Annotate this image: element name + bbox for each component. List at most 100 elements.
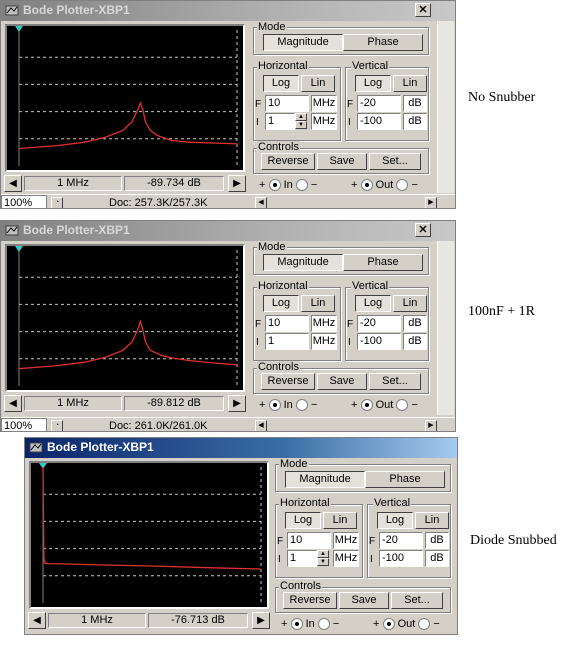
- in-plus-radio[interactable]: [268, 179, 281, 192]
- v-final-field[interactable]: -20: [357, 95, 401, 112]
- scroll-left-icon[interactable]: ◀: [255, 197, 267, 208]
- h-final-unit[interactable]: MHz: [311, 95, 337, 112]
- reverse-button[interactable]: Reverse: [261, 153, 315, 170]
- cursor-marker-icon[interactable]: [15, 26, 23, 32]
- h-initial-field[interactable]: 1: [265, 113, 295, 130]
- cursor-left-icon[interactable]: ◀: [4, 395, 22, 412]
- page-icon[interactable]: ◔: [51, 420, 63, 431]
- out-minus-radio[interactable]: [418, 618, 431, 631]
- h-final-field[interactable]: 10: [265, 95, 309, 112]
- zoom-level[interactable]: 100%: [1, 418, 47, 431]
- v-lin-button[interactable]: Lin: [393, 75, 427, 92]
- cursor-marker-icon[interactable]: [15, 246, 23, 252]
- h-lin-button[interactable]: Lin: [323, 512, 357, 529]
- h-log-button[interactable]: Log: [263, 75, 299, 92]
- scroll-right-icon[interactable]: ▶: [425, 197, 437, 208]
- v-initial-unit[interactable]: dB: [403, 333, 427, 350]
- h-final-unit[interactable]: MHz: [311, 315, 337, 332]
- scroll-left-icon[interactable]: ◀: [255, 420, 267, 431]
- cursor-right-icon[interactable]: ▶: [228, 175, 246, 192]
- v-lin-button[interactable]: Lin: [415, 512, 449, 529]
- cursor-left-icon[interactable]: ◀: [28, 612, 46, 629]
- out-plus-radio[interactable]: [360, 179, 373, 192]
- h-initial-unit[interactable]: MHz: [333, 550, 359, 567]
- v-final-unit[interactable]: dB: [403, 315, 427, 332]
- reverse-button[interactable]: Reverse: [283, 592, 337, 609]
- spin-down-icon[interactable]: ▼: [317, 558, 329, 566]
- in-plus-label: +: [259, 179, 266, 191]
- save-button[interactable]: Save: [317, 373, 367, 390]
- spin-down-icon[interactable]: ▼: [295, 121, 307, 129]
- in-minus-radio[interactable]: [295, 179, 308, 192]
- vertical-scrollbar[interactable]: [437, 241, 454, 415]
- out-minus-radio[interactable]: [396, 179, 409, 192]
- save-button[interactable]: Save: [339, 592, 389, 609]
- close-icon[interactable]: ✕: [415, 223, 431, 237]
- page-icon[interactable]: ◔: [51, 197, 63, 208]
- set-button[interactable]: Set...: [369, 153, 421, 170]
- set-button[interactable]: Set...: [369, 373, 421, 390]
- in-plus-radio[interactable]: [268, 399, 281, 412]
- magnitude-button[interactable]: Magnitude: [263, 34, 343, 51]
- horizontal-label: Horizontal: [257, 280, 309, 292]
- v-final-unit[interactable]: dB: [425, 532, 449, 549]
- out-minus-radio[interactable]: [396, 399, 409, 412]
- phase-button[interactable]: Phase: [365, 471, 445, 488]
- save-button[interactable]: Save: [317, 153, 367, 170]
- v-log-button[interactable]: Log: [355, 75, 391, 92]
- spin-up-icon[interactable]: ▲: [295, 113, 307, 121]
- in-plus-radio[interactable]: [290, 618, 303, 631]
- v-initial-unit[interactable]: dB: [425, 550, 449, 567]
- magnitude-button[interactable]: Magnitude: [285, 471, 365, 488]
- cursor-right-icon[interactable]: ▶: [228, 395, 246, 412]
- close-icon[interactable]: ✕: [415, 3, 431, 17]
- vertical-scrollbar[interactable]: [437, 21, 454, 193]
- v-lin-button[interactable]: Lin: [393, 295, 427, 312]
- phase-button[interactable]: Phase: [343, 254, 423, 271]
- cursor-right-icon[interactable]: ▶: [252, 612, 270, 629]
- zoom-level[interactable]: 100%: [1, 195, 47, 208]
- h-initial-unit[interactable]: MHz: [311, 333, 337, 350]
- out-plus-radio[interactable]: [382, 618, 395, 631]
- v-final-field[interactable]: -20: [379, 532, 423, 549]
- magnitude-button[interactable]: Magnitude: [263, 254, 343, 271]
- v-initial-field[interactable]: -100: [357, 113, 401, 130]
- v-log-button[interactable]: Log: [355, 295, 391, 312]
- h-final-field[interactable]: 10: [265, 315, 309, 332]
- v-initial-field[interactable]: -100: [357, 333, 401, 350]
- cursor-left-icon[interactable]: ◀: [4, 175, 22, 192]
- h-final-unit[interactable]: MHz: [333, 532, 359, 549]
- scroll-right-icon[interactable]: ▶: [425, 420, 437, 431]
- v-initial-field[interactable]: -100: [379, 550, 423, 567]
- cursor-readout: ◀ 1 MHz -89.734 dB ▶: [4, 175, 246, 192]
- title-bar[interactable]: Bode Plotter-XBP1: [25, 438, 457, 458]
- h-final-field[interactable]: 10: [287, 532, 331, 549]
- h-initial-spinner[interactable]: ▲ ▼: [317, 550, 329, 567]
- phase-button[interactable]: Phase: [343, 34, 423, 51]
- in-minus-radio[interactable]: [317, 618, 330, 631]
- title-bar[interactable]: Bode Plotter-XBP1 ✕: [1, 1, 455, 21]
- title-bar[interactable]: Bode Plotter-XBP1 ✕: [1, 221, 455, 241]
- in-minus-radio[interactable]: [295, 399, 308, 412]
- v-initial-unit[interactable]: dB: [403, 113, 427, 130]
- v-final-unit[interactable]: dB: [403, 95, 427, 112]
- spin-up-icon[interactable]: ▲: [317, 550, 329, 558]
- h-initial-spinner[interactable]: ▲ ▼: [295, 113, 307, 130]
- frequency-readout: 1 MHz: [24, 396, 122, 411]
- h-log-button[interactable]: Log: [285, 512, 321, 529]
- out-plus-radio[interactable]: [360, 399, 373, 412]
- h-initial-label: I: [256, 117, 259, 128]
- h-initial-unit[interactable]: MHz: [311, 113, 337, 130]
- h-initial-field[interactable]: 1: [287, 550, 317, 567]
- v-log-button[interactable]: Log: [377, 512, 413, 529]
- h-lin-button[interactable]: Lin: [301, 75, 335, 92]
- annotation-1: No Snubber: [468, 90, 536, 105]
- output-terminals: + Out −: [351, 399, 418, 412]
- h-final-label: F: [255, 319, 262, 330]
- v-final-field[interactable]: -20: [357, 315, 401, 332]
- h-lin-button[interactable]: Lin: [301, 295, 335, 312]
- h-initial-field[interactable]: 1: [265, 333, 309, 350]
- set-button[interactable]: Set...: [391, 592, 443, 609]
- h-log-button[interactable]: Log: [263, 295, 299, 312]
- reverse-button[interactable]: Reverse: [261, 373, 315, 390]
